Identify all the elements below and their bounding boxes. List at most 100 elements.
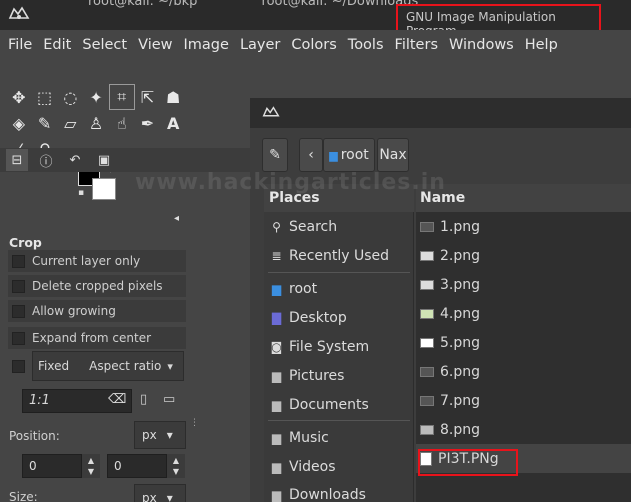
fixed-mode-select[interactable]: Fixed Aspect ratio ▾ xyxy=(32,351,184,381)
checkbox-label: Delete cropped pixels xyxy=(32,279,163,293)
file-row[interactable]: 5.png xyxy=(416,328,631,357)
checkbox[interactable] xyxy=(12,304,25,318)
smudge-tool-icon[interactable]: ☝ xyxy=(109,110,135,136)
place-root[interactable]: ▆ root xyxy=(269,276,317,302)
path-nax-button[interactable]: Nax xyxy=(377,138,409,172)
path-back-button[interactable]: ‹ xyxy=(299,138,323,172)
reset-colors-icon[interactable]: ▪ xyxy=(78,188,84,198)
option-delete-cropped-pixels[interactable]: Delete cropped pixels xyxy=(8,275,186,297)
place-videos[interactable]: ▆ Videos xyxy=(269,454,336,480)
fixed-row: Fixed Aspect ratio ▾ xyxy=(8,351,186,381)
image-thumbnail-icon xyxy=(420,424,434,435)
place-downloads[interactable]: ▆ Downloads xyxy=(269,482,366,502)
open-image-dialog: ✎ ‹ ▆ root Nax Places ⚲ Search ≣ Recently … xyxy=(250,98,631,502)
position-y-input[interactable]: 0 xyxy=(107,454,167,478)
menu-windows[interactable]: Windows xyxy=(449,37,514,53)
place-label: Downloads xyxy=(289,487,366,502)
place-music[interactable]: ▆ Music xyxy=(269,425,329,451)
device-status-tab-icon[interactable]: ⓘ xyxy=(35,149,57,171)
chevron-down-icon: ▾ xyxy=(166,491,173,502)
position-y-stepper[interactable]: ▲ ▼ xyxy=(167,454,185,478)
checkbox-label: Expand from center xyxy=(32,331,152,345)
tool-options-title: Crop xyxy=(9,235,42,250)
position-x-input[interactable]: 0 xyxy=(22,454,82,478)
folder-icon: ▆ xyxy=(271,398,282,412)
position-unit-select[interactable]: px ▾ xyxy=(134,421,186,449)
type-location-button[interactable]: ✎ xyxy=(262,138,288,172)
bucket-fill-tool-icon[interactable]: ◈ xyxy=(6,110,32,136)
place-desktop[interactable]: ▇ Desktop xyxy=(269,305,347,331)
folder-icon: ▆ xyxy=(271,460,282,474)
tool-options-tab-icon[interactable]: ⊟ xyxy=(6,149,28,171)
places-sidebar: Places ⚲ Search ≣ Recently Used ▆ root ▇ Des… xyxy=(264,184,414,502)
file-name: 7.png xyxy=(440,392,481,409)
pane-resize-handle[interactable]: ⋮ xyxy=(190,418,199,428)
place-file-system[interactable]: ◙ File System xyxy=(269,334,369,360)
place-documents[interactable]: ▆ Documents xyxy=(269,392,369,418)
paintbrush-tool-icon[interactable]: ✎ xyxy=(32,110,58,136)
crop-tool-icon[interactable]: ⌗ xyxy=(108,84,135,110)
image-thumbnail-icon xyxy=(420,366,434,377)
recent-icon: ≣ xyxy=(271,249,282,263)
paths-tool-icon[interactable]: ✒ xyxy=(135,110,161,136)
option-allow-growing[interactable]: Allow growing xyxy=(8,300,186,322)
menu-image[interactable]: Image xyxy=(184,37,229,53)
file-row[interactable]: 8.png xyxy=(416,415,631,444)
size-unit-select[interactable]: px ▾ xyxy=(134,484,186,502)
menu-colors[interactable]: Colors xyxy=(291,37,336,53)
image-thumbnail-icon xyxy=(420,250,434,261)
folder-icon: ▆ xyxy=(271,431,282,445)
place-recently-used[interactable]: ≣ Recently Used xyxy=(269,243,389,269)
fixed-checkbox[interactable] xyxy=(12,359,25,373)
place-label: Recently Used xyxy=(289,248,390,264)
checkbox[interactable] xyxy=(12,254,25,268)
fuzzy-select-tool-icon[interactable]: ✦ xyxy=(83,84,109,110)
checkbox[interactable] xyxy=(12,331,25,345)
file-name: 2.png xyxy=(440,247,481,264)
menu-view[interactable]: View xyxy=(138,37,172,53)
menu-file[interactable]: File xyxy=(8,37,32,53)
clone-tool-icon[interactable]: ♙ xyxy=(83,110,109,136)
place-pictures[interactable]: ▆ Pictures xyxy=(269,363,345,389)
file-row[interactable]: 3.png xyxy=(416,270,631,299)
option-current-layer-only[interactable]: Current layer only xyxy=(8,250,186,272)
chevron-left-icon: ‹ xyxy=(308,147,314,163)
menu-edit[interactable]: Edit xyxy=(43,37,71,53)
menu-help[interactable]: Help xyxy=(525,37,558,53)
file-row[interactable]: 6.png xyxy=(416,357,631,386)
file-row[interactable]: 7.png xyxy=(416,386,631,415)
lasso-tool-icon[interactable]: ◌ xyxy=(57,84,83,110)
file-row[interactable]: 2.png xyxy=(416,241,631,270)
file-row[interactable]: 4.png xyxy=(416,299,631,328)
rect-select-tool-icon[interactable]: ⬚ xyxy=(32,84,58,110)
image-thumbnail-icon xyxy=(420,308,434,319)
drive-icon: ◙ xyxy=(270,340,283,354)
transform-tool-icon[interactable]: ⇱ xyxy=(135,84,161,110)
desktop-icon: ▇ xyxy=(271,311,282,325)
file-name: 3.png xyxy=(440,276,481,293)
undo-history-tab-icon[interactable]: ↶ xyxy=(64,149,86,171)
move-tool-icon[interactable]: ✥ xyxy=(6,84,32,110)
images-tab-icon[interactable]: ▣ xyxy=(93,149,115,171)
menu-tools[interactable]: Tools xyxy=(348,37,384,53)
warp-tool-icon[interactable]: ☗ xyxy=(160,84,186,110)
file-row[interactable]: 1.png xyxy=(416,212,631,241)
menu-layer[interactable]: Layer xyxy=(240,37,280,53)
option-expand-from-center[interactable]: Expand from center xyxy=(8,327,186,349)
text-tool-icon[interactable]: A xyxy=(160,110,186,136)
landscape-icon[interactable]: ▭ xyxy=(163,392,175,407)
background-color-swatch[interactable] xyxy=(92,178,116,200)
menu-select[interactable]: Select xyxy=(82,37,127,53)
portrait-icon[interactable]: ▯ xyxy=(140,392,147,407)
eraser-tool-icon[interactable]: ▱ xyxy=(57,110,83,136)
name-column-header[interactable]: Name xyxy=(416,184,631,212)
terminal-tab-bkp[interactable]: root@kali: ~/bkp xyxy=(88,0,197,9)
path-root-button[interactable]: ▆ root xyxy=(323,138,375,172)
checkbox[interactable] xyxy=(12,279,25,293)
terminal-tab-downloads[interactable]: root@kali: ~/Downloads xyxy=(262,0,419,9)
dock-menu-icon[interactable]: ◂ xyxy=(174,213,179,224)
position-x-stepper[interactable]: ▲ ▼ xyxy=(82,454,100,478)
clear-field-icon[interactable]: ⌫ xyxy=(108,392,126,407)
menu-filters[interactable]: Filters xyxy=(395,37,438,53)
place-search[interactable]: ⚲ Search xyxy=(269,214,337,240)
